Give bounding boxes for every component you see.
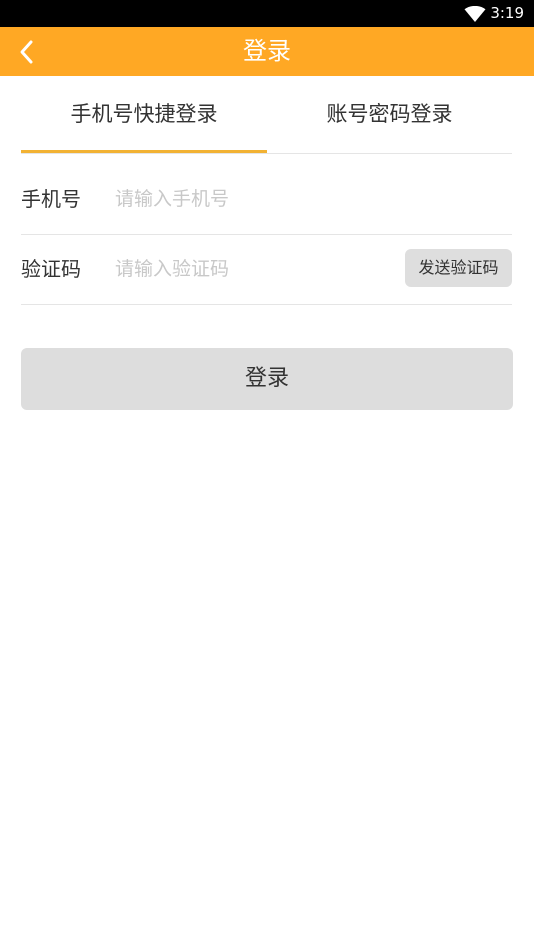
phone-row: 手机号	[21, 165, 512, 235]
phone-label: 手机号	[21, 187, 81, 211]
chevron-left-icon[interactable]	[12, 37, 42, 67]
status-bar: 3:19	[0, 0, 534, 27]
tab-phone-quick-login[interactable]: 手机号快捷登录	[21, 76, 267, 153]
login-button[interactable]: 登录	[21, 348, 513, 410]
active-tab-indicator	[21, 150, 267, 153]
code-row: 验证码 发送验证码	[21, 235, 512, 305]
send-code-button[interactable]: 发送验证码	[405, 249, 512, 287]
status-time: 3:19	[490, 4, 524, 22]
page-title: 登录	[243, 37, 291, 65]
app-bar: 登录	[0, 27, 534, 76]
wifi-icon	[464, 6, 486, 22]
phone-input[interactable]	[115, 181, 395, 217]
tab-account-password-login[interactable]: 账号密码登录	[267, 76, 512, 153]
login-tabs: 手机号快捷登录 账号密码登录	[21, 76, 512, 154]
code-label: 验证码	[21, 257, 81, 281]
code-input[interactable]	[115, 251, 395, 287]
